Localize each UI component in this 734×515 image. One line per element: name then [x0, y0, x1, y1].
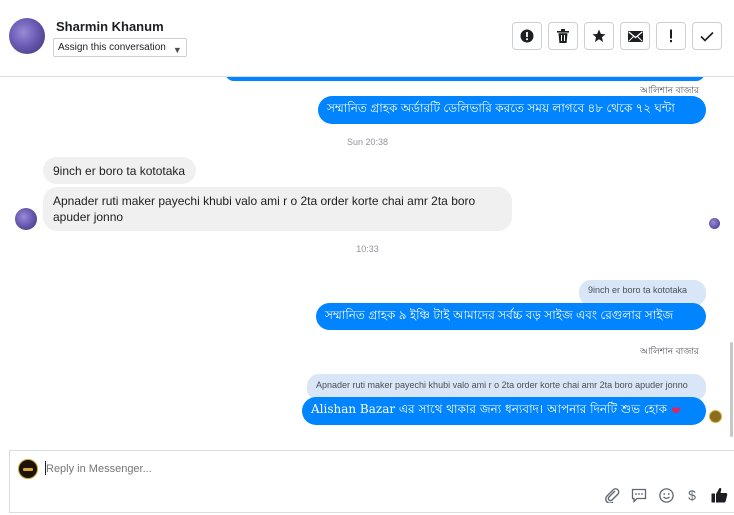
timestamp: Sun 20:38 — [346, 137, 389, 147]
message-bubble-incoming[interactable]: Apnader ruti maker payechi khubi valo am… — [43, 187, 512, 231]
like-button[interactable] — [710, 486, 728, 504]
conversation-header: Sharmin Khanum Assign this conversation … — [0, 0, 734, 77]
delete-button[interactable] — [548, 22, 578, 50]
message-bubble-outgoing[interactable]: সম্মানিত গ্রাহক অর্ডারটি ডেলিভারি করতে স… — [318, 96, 706, 124]
heart-icon: ❤ — [670, 404, 682, 418]
follow-up-button[interactable] — [656, 22, 686, 50]
assign-conversation-dropdown[interactable]: Assign this conversation ▼ — [53, 38, 187, 57]
saved-reply-icon — [631, 488, 647, 503]
sender-name: আলিশান বাজার — [640, 346, 699, 356]
assign-label: Assign this conversation — [58, 42, 166, 53]
message-thread[interactable]: আলিশান বাজার সম্মানিত গ্রাহক অর্ডারটি ডে… — [0, 77, 734, 439]
contact-avatar[interactable] — [9, 18, 45, 54]
page-avatar-small — [709, 410, 722, 423]
emoji-button[interactable] — [657, 486, 675, 504]
thread-scrollbar[interactable] — [730, 77, 734, 439]
contact-name[interactable]: Sharmin Khanum — [56, 19, 164, 34]
dollar-icon: $ — [688, 487, 696, 503]
mail-icon — [627, 30, 643, 42]
star-icon — [592, 29, 606, 42]
message-text: Alishan Bazar এর সাথে থাকার জন্য ধন্যবাদ… — [311, 402, 667, 416]
mark-done-button[interactable] — [692, 22, 722, 50]
caret-down-icon: ▼ — [172, 45, 182, 55]
read-receipt-avatar — [709, 218, 720, 229]
message-bubble-incoming[interactable]: 9inch er boro ta kototaka — [43, 157, 196, 184]
message-composer: $ — [9, 450, 734, 513]
attach-button[interactable] — [603, 486, 621, 504]
check-icon — [700, 31, 714, 42]
like-icon — [711, 487, 727, 503]
message-bubble-outgoing[interactable]: সম্মানিত গ্রাহক ৯ ইঞ্চি টাই আমাদের সর্বচ… — [316, 303, 706, 330]
exclamation-icon — [670, 29, 672, 43]
timestamp: 10:33 — [356, 244, 379, 254]
attachment-icon — [605, 488, 620, 503]
saved-replies-button[interactable] — [630, 486, 648, 504]
payment-button[interactable]: $ — [683, 486, 701, 504]
reply-input[interactable] — [46, 460, 446, 478]
message-bubble-outgoing-partial[interactable] — [225, 77, 705, 81]
page-avatar — [18, 459, 38, 479]
emoji-icon — [658, 487, 674, 503]
message-bubble-outgoing[interactable]: Alishan Bazar এর সাথে থাকার জন্য ধন্যবাদ… — [302, 397, 706, 425]
scrollbar-thumb[interactable] — [730, 342, 733, 437]
trash-icon — [557, 29, 569, 43]
star-button[interactable] — [584, 22, 614, 50]
mark-spam-button[interactable] — [512, 22, 542, 50]
spam-icon — [520, 29, 534, 43]
mark-unread-button[interactable] — [620, 22, 650, 50]
contact-avatar-small[interactable] — [15, 208, 37, 230]
